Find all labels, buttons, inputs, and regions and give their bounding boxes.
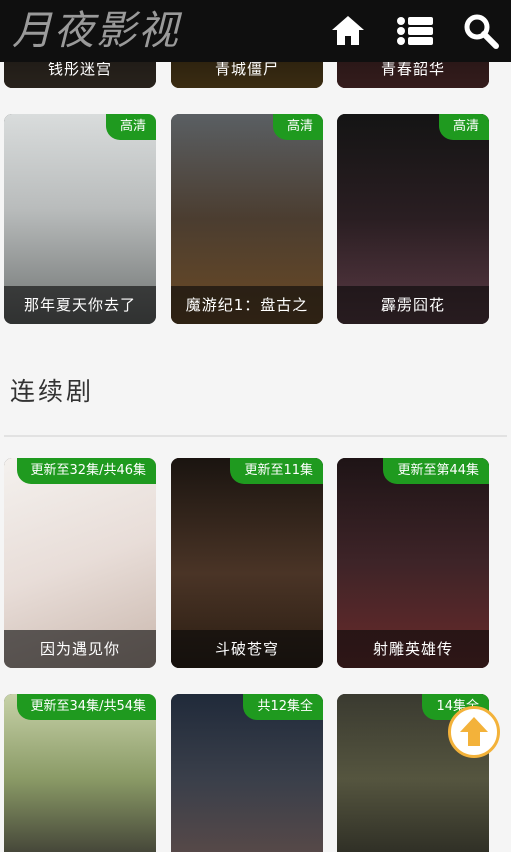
quality-badge: 高清 bbox=[105, 114, 156, 140]
series-title: 斗破苍穹 bbox=[171, 630, 323, 668]
movie-title: 魔游纪1：盘古之 bbox=[171, 286, 323, 324]
app-header: 月夜影视 bbox=[0, 0, 511, 62]
episode-badge: 更新至第44集 bbox=[383, 458, 489, 484]
movie-card[interactable]: 高清 霹雳囧花 bbox=[337, 114, 489, 324]
search-icon[interactable] bbox=[461, 11, 501, 51]
series-card[interactable]: 更新至第44集 射雕英雄传 bbox=[337, 458, 489, 668]
episode-badge: 更新至34集/共54集 bbox=[16, 694, 156, 720]
episode-badge: 更新至11集 bbox=[230, 458, 323, 484]
section-divider bbox=[4, 435, 507, 437]
episode-badge: 共12集全 bbox=[243, 694, 323, 720]
home-icon[interactable] bbox=[328, 11, 368, 51]
app-logo[interactable]: 月夜影视 bbox=[12, 4, 180, 58]
movie-title: 那年夏天你去了 bbox=[4, 286, 156, 324]
series-card[interactable]: 更新至11集 斗破苍穹 bbox=[171, 458, 323, 668]
episode-badge: 更新至32集/共46集 bbox=[16, 458, 156, 484]
quality-badge: 高清 bbox=[438, 114, 489, 140]
series-card[interactable]: 更新至34集/共54集 bbox=[4, 694, 156, 852]
series-card[interactable]: 共12集全 bbox=[171, 694, 323, 852]
quality-badge: 高清 bbox=[272, 114, 323, 140]
section-title-series: 连续剧 bbox=[10, 377, 95, 406]
list-icon[interactable] bbox=[395, 11, 435, 51]
series-title: 因为遇见你 bbox=[4, 630, 156, 668]
arrow-up-icon bbox=[460, 717, 488, 746]
movie-card[interactable]: 高清 魔游纪1：盘古之 bbox=[171, 114, 323, 324]
movie-title: 霹雳囧花 bbox=[337, 286, 489, 324]
series-card[interactable]: 更新至32集/共46集 因为遇见你 bbox=[4, 458, 156, 668]
back-to-top-button[interactable] bbox=[448, 706, 500, 758]
series-title: 射雕英雄传 bbox=[337, 630, 489, 668]
movie-card[interactable]: 高清 那年夏天你去了 bbox=[4, 114, 156, 324]
